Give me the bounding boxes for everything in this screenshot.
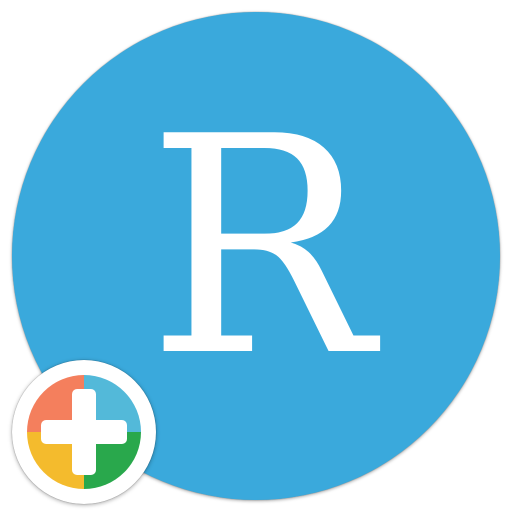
plus-icon — [27, 375, 141, 489]
app-icon-canvas: R — [0, 0, 512, 512]
app-icon-letter: R — [147, 73, 373, 422]
add-badge[interactable] — [12, 360, 156, 504]
